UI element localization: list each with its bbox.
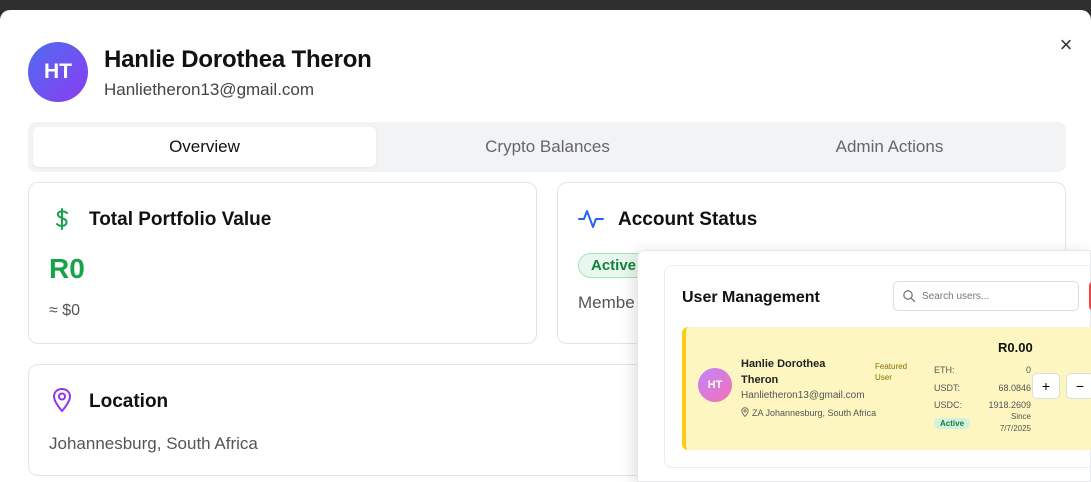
search-icon: [902, 289, 916, 303]
map-pin-icon: [741, 407, 749, 419]
user-row-location-text: ZA Johannesburg, South Africa: [752, 408, 877, 418]
add-balance-button[interactable]: +: [1032, 373, 1060, 399]
location-title: Location: [89, 391, 169, 412]
location-value: Johannesburg, South Africa: [49, 434, 258, 453]
user-name: Hanlie Dorothea Theron: [104, 46, 372, 73]
user-email: Hanlietheron13@gmail.com: [104, 80, 315, 99]
user-list-item[interactable]: HT Hanlie Dorothea Theron Featured User …: [682, 327, 1091, 450]
user-total-balance: R0.00: [998, 340, 1033, 355]
featured-user-label: Featured User: [875, 362, 908, 382]
activity-icon: [578, 206, 604, 232]
map-pin-icon: [49, 387, 75, 413]
since-label: Since: [1010, 412, 1031, 421]
portfolio-value: R0: [49, 253, 85, 284]
tab-crypto-balances[interactable]: Crypto Balances: [376, 127, 719, 167]
search-box: [893, 281, 1079, 311]
tab-bar: Overview Crypto Balances Admin Actions: [28, 122, 1066, 172]
account-status-title: Account Status: [618, 209, 758, 230]
status-badge: Active: [934, 418, 971, 429]
user-row-email: Hanlietheron13@gmail.com: [741, 390, 865, 401]
tab-overview[interactable]: Overview: [33, 127, 376, 167]
balance-value: 68.0846: [998, 383, 1031, 393]
balance-value: 0: [1025, 365, 1031, 375]
dollar-icon: [49, 206, 75, 232]
balance-value: 1918.2609: [988, 400, 1031, 410]
tab-admin-actions[interactable]: Admin Actions: [718, 127, 1061, 167]
user-row-name: Hanlie Dorothea Theron: [741, 358, 826, 386]
since-date: 7/7/2025: [999, 424, 1031, 433]
user-management-title: User Management: [682, 289, 820, 306]
member-since: Since 7/7/2025: [991, 411, 1031, 435]
search-input[interactable]: [922, 283, 1072, 309]
member-since-text: Membe: [578, 293, 635, 312]
balance-label: USDT:: [934, 383, 961, 393]
balance-label: USDC:: [934, 400, 963, 410]
user-row-location: ZA Johannesburg, South Africa: [741, 407, 876, 419]
portfolio-approx: ≈ $0: [49, 302, 81, 319]
user-management-card: User Management HT Hanlie Dorothea Thero…: [664, 265, 1091, 468]
balance-label: ETH:: [934, 365, 955, 375]
subtract-balance-button[interactable]: −: [1066, 373, 1091, 399]
portfolio-title: Total Portfolio Value: [89, 209, 272, 230]
user-management-panel: User Management HT Hanlie Dorothea Thero…: [637, 250, 1091, 482]
portfolio-card: Total Portfolio Value R0 ≈ $0: [28, 182, 537, 344]
avatar: HT: [28, 42, 88, 102]
close-icon[interactable]: ×: [1053, 32, 1079, 58]
user-avatar: HT: [698, 368, 732, 402]
